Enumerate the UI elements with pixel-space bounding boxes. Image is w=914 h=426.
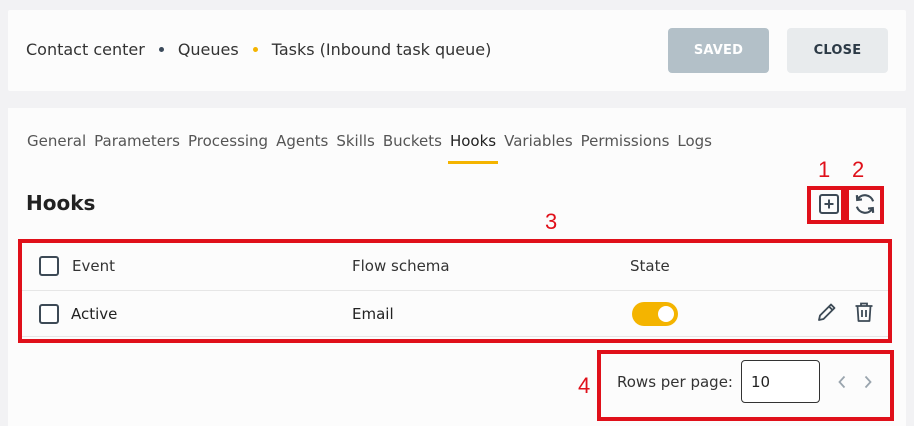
tab-bar: General Parameters Processing Agents Ski… — [27, 132, 720, 164]
annotation-number: 4 — [578, 373, 591, 398]
tab-skills[interactable]: Skills — [336, 132, 375, 150]
tab-agents[interactable]: Agents — [276, 132, 328, 150]
tab-buckets[interactable]: Buckets — [383, 132, 442, 150]
header-bar: Contact center Queues Tasks (Inbound tas… — [8, 10, 906, 91]
annotation-number: 3 — [545, 209, 558, 234]
breadcrumb-current: Tasks (Inbound task queue) — [271, 40, 492, 59]
tab-permissions[interactable]: Permissions — [581, 132, 670, 150]
tab-variables[interactable]: Variables — [504, 132, 573, 150]
saved-button[interactable]: SAVED — [668, 28, 769, 73]
tab-parameters[interactable]: Parameters — [94, 132, 180, 150]
breadcrumb-separator — [158, 47, 164, 52]
close-button[interactable]: CLOSE — [787, 28, 888, 73]
annotation-box-table — [18, 239, 892, 343]
annotation-number: 2 — [852, 157, 865, 182]
tab-logs[interactable]: Logs — [677, 132, 712, 150]
annotation-number: 1 — [818, 157, 831, 182]
annotation-box-add — [807, 186, 845, 224]
breadcrumb-contact-center[interactable]: Contact center — [26, 40, 145, 59]
breadcrumb: Contact center Queues Tasks (Inbound tas… — [26, 40, 491, 59]
breadcrumb-separator — [252, 47, 258, 52]
tab-general[interactable]: General — [27, 132, 86, 150]
page-title: Hooks — [26, 191, 96, 215]
tab-hooks[interactable]: Hooks — [447, 132, 499, 164]
tab-processing[interactable]: Processing — [188, 132, 268, 150]
breadcrumb-queues[interactable]: Queues — [178, 40, 239, 59]
annotation-box-pagination — [597, 350, 894, 421]
annotation-box-refresh — [845, 186, 884, 224]
